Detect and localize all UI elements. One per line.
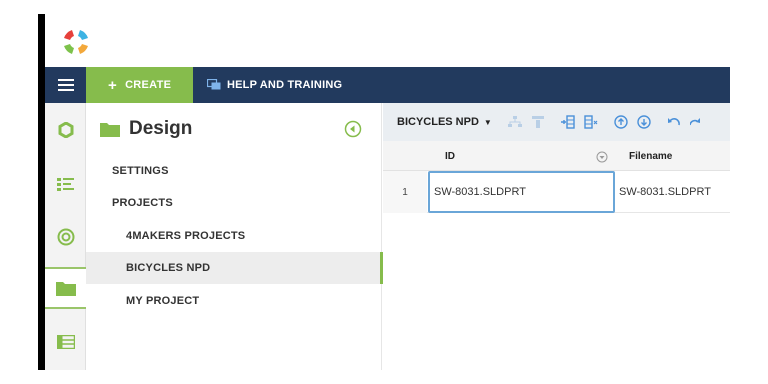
design-panel: Design SETTINGS PROJECTS 4MAKERS PROJECT… bbox=[86, 103, 383, 370]
filter-tree-icon[interactable] bbox=[531, 116, 545, 128]
create-button[interactable]: + CREATE bbox=[86, 67, 193, 103]
project-selector-label: BICYCLES NPD bbox=[397, 116, 479, 128]
nav-project-label: 4MAKERS PROJECTS bbox=[126, 230, 246, 242]
panel-header: Design bbox=[100, 118, 192, 140]
window-edge bbox=[38, 14, 45, 370]
hexagon-icon bbox=[58, 122, 73, 138]
table-row[interactable]: 1 SW-8031.SLDPRT SW-8031.SLDPRT bbox=[383, 171, 730, 213]
grid-toolbar: BICYCLES NPD ▼ bbox=[383, 103, 730, 141]
column-menu-icon[interactable] bbox=[596, 150, 608, 168]
nav-project-label: MY PROJECT bbox=[126, 295, 200, 307]
help-label: HELP AND TRAINING bbox=[227, 79, 343, 91]
rail-item-dashboard[interactable] bbox=[45, 109, 86, 151]
nav-projects[interactable]: PROJECTS bbox=[86, 197, 382, 209]
grid-header-row: ID Filename bbox=[383, 141, 730, 171]
insert-column-left-icon[interactable] bbox=[560, 115, 575, 129]
help-and-training-button[interactable]: HELP AND TRAINING bbox=[193, 67, 342, 103]
nav-project-label: BICYCLES NPD bbox=[126, 262, 211, 274]
app-logo bbox=[64, 30, 88, 54]
caret-down-icon: ▼ bbox=[483, 117, 492, 127]
file-grid-area: BICYCLES NPD ▼ ID Filename 1 SW-8031.SLD… bbox=[383, 103, 730, 370]
delete-column-icon[interactable] bbox=[584, 115, 598, 129]
column-header-id[interactable]: ID bbox=[445, 141, 455, 171]
hierarchy-icon[interactable] bbox=[507, 116, 522, 128]
page-title: Design bbox=[129, 118, 193, 139]
column-header-label: Filename bbox=[629, 150, 673, 162]
nav-projects-label: PROJECTS bbox=[112, 197, 173, 209]
plus-icon: + bbox=[108, 76, 118, 94]
cell-filename[interactable]: SW-8031.SLDPRT bbox=[619, 171, 730, 213]
cell-id[interactable]: SW-8031.SLDPRT bbox=[428, 171, 615, 213]
rail-item-target[interactable] bbox=[45, 216, 86, 258]
column-header-filename[interactable]: Filename bbox=[629, 141, 672, 171]
nav-project-4makers[interactable]: 4MAKERS PROJECTS bbox=[86, 230, 382, 242]
move-up-icon[interactable] bbox=[614, 115, 628, 129]
hamburger-menu-icon[interactable] bbox=[45, 67, 86, 103]
cell-filename-text: SW-8031.SLDPRT bbox=[619, 186, 711, 198]
collapse-panel-icon[interactable] bbox=[344, 120, 362, 138]
folder-icon bbox=[55, 282, 76, 296]
list-icon bbox=[56, 178, 74, 191]
column-header-label: ID bbox=[445, 150, 455, 162]
undo-icon[interactable] bbox=[667, 117, 681, 127]
move-down-icon[interactable] bbox=[637, 115, 651, 129]
cell-id-text: SW-8031.SLDPRT bbox=[434, 186, 526, 198]
nav-settings-label: SETTINGS bbox=[112, 165, 169, 177]
rail-item-table[interactable] bbox=[45, 321, 86, 363]
target-icon bbox=[57, 228, 74, 246]
folder-icon bbox=[100, 123, 120, 137]
nav-settings[interactable]: SETTINGS bbox=[86, 165, 382, 177]
redo-icon[interactable] bbox=[689, 117, 700, 127]
table-icon bbox=[56, 335, 75, 349]
nav-project-my-project[interactable]: MY PROJECT bbox=[86, 295, 382, 307]
help-chat-icon bbox=[207, 79, 221, 90]
rail-item-list[interactable] bbox=[45, 163, 86, 205]
project-selector-dropdown[interactable]: BICYCLES NPD ▼ bbox=[397, 116, 492, 128]
nav-project-bicycles-npd[interactable]: BICYCLES NPD bbox=[86, 252, 383, 284]
row-number: 1 bbox=[383, 171, 427, 213]
rail-item-design[interactable] bbox=[45, 267, 86, 309]
side-icon-rail bbox=[45, 103, 86, 370]
create-label: CREATE bbox=[125, 79, 172, 91]
top-navigation-bar: + CREATE HELP AND TRAINING bbox=[45, 67, 730, 103]
